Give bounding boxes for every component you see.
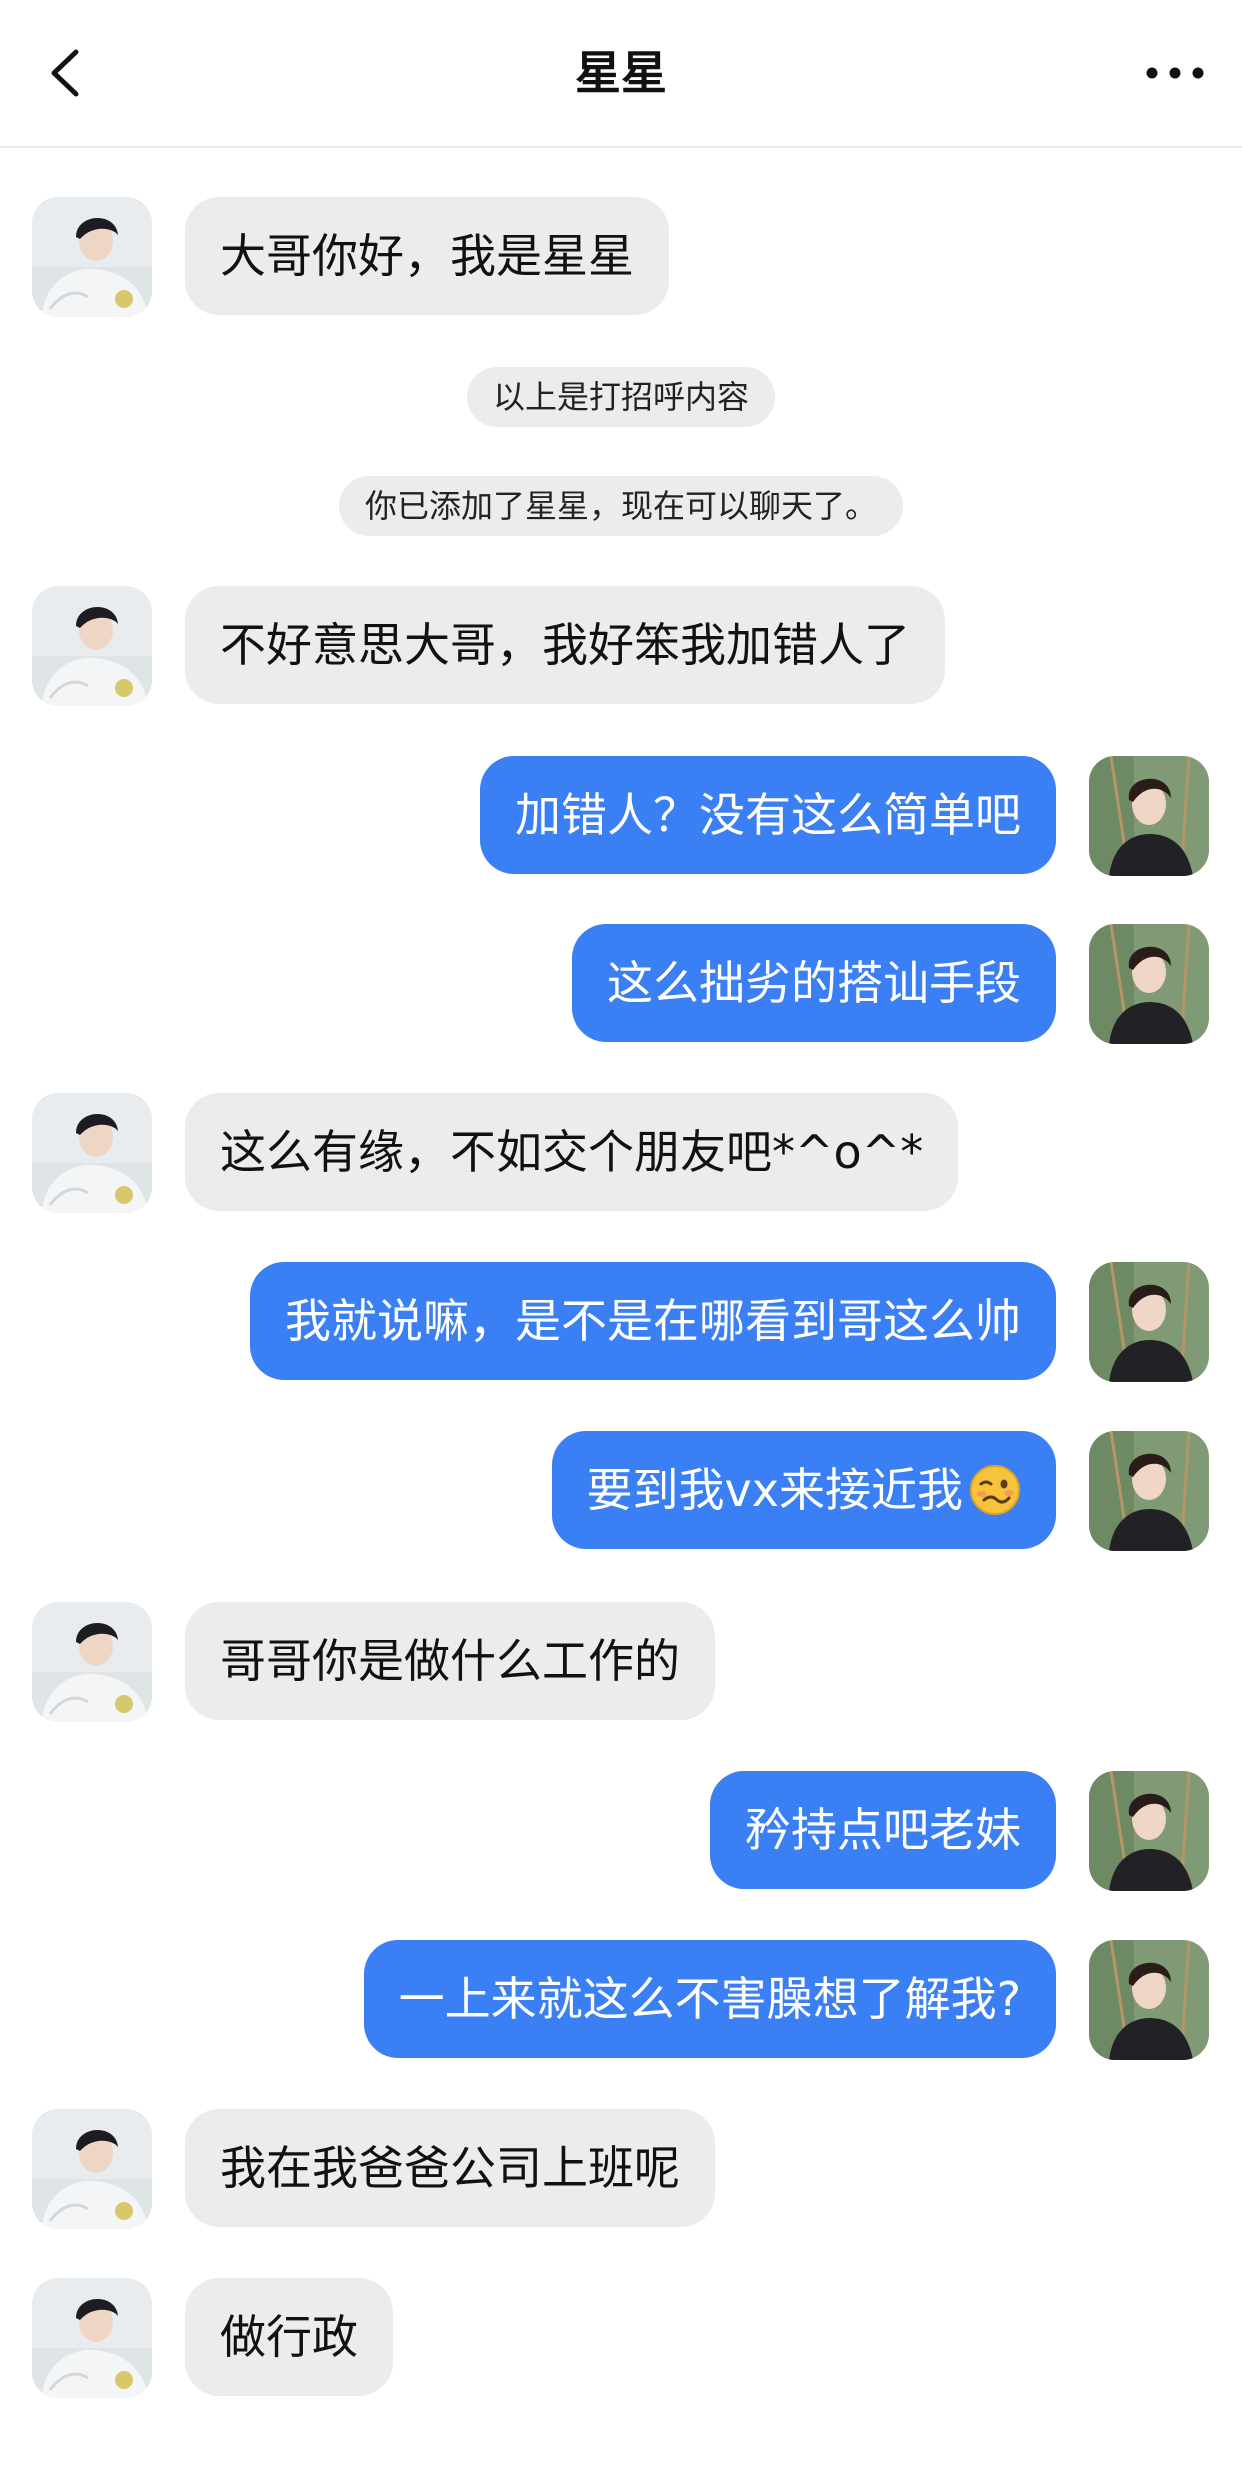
outgoing-message-bubble[interactable]: 矜持点吧老妹 bbox=[710, 1771, 1056, 1889]
message-row: 不好意思大哥，我好笨我加错人了 bbox=[0, 586, 1242, 706]
user-avatar[interactable] bbox=[1089, 924, 1209, 1044]
outgoing-message-bubble[interactable]: 一上来就这么不害臊想了解我? bbox=[363, 1940, 1056, 2058]
outgoing-message-bubble[interactable]: 要到我vx来接近我 bbox=[551, 1431, 1056, 1549]
contact-avatar[interactable] bbox=[32, 1602, 152, 1722]
incoming-message-bubble[interactable]: 做行政 bbox=[185, 2278, 393, 2396]
contact-avatar[interactable] bbox=[32, 2278, 152, 2398]
outgoing-message-bubble[interactable]: 这么拙劣的搭讪手段 bbox=[572, 924, 1056, 1042]
message-row: 哥哥你是做什么工作的 bbox=[0, 1602, 1242, 1722]
message-row: 我就说嘛，是不是在哪看到哥这么帅 bbox=[0, 1262, 1242, 1382]
user-avatar[interactable] bbox=[1089, 756, 1209, 876]
more-options-button[interactable] bbox=[1140, 55, 1210, 91]
system-notice: 你已添加了星星，现在可以聊天了。 bbox=[0, 476, 1242, 536]
message-row: 大哥你好，我是星星 bbox=[0, 197, 1242, 317]
contact-avatar[interactable] bbox=[32, 586, 152, 706]
user-avatar[interactable] bbox=[1089, 1940, 1209, 2060]
message-text: 要到我vx来接近我 bbox=[586, 1463, 963, 1517]
chat-header: 星星 bbox=[0, 0, 1242, 148]
incoming-message-bubble[interactable]: 哥哥你是做什么工作的 bbox=[185, 1602, 715, 1720]
message-row: 我在我爸爸公司上班呢 bbox=[0, 2109, 1242, 2229]
contact-avatar[interactable] bbox=[32, 2109, 152, 2229]
message-row: 加错人？没有这么简单吧 bbox=[0, 756, 1242, 876]
contact-avatar[interactable] bbox=[32, 1093, 152, 1213]
message-row: 一上来就这么不害臊想了解我? bbox=[0, 1940, 1242, 2060]
incoming-message-bubble[interactable]: 这么有缘，不如交个朋友吧*^o^* bbox=[185, 1093, 959, 1211]
message-row: 矜持点吧老妹 bbox=[0, 1771, 1242, 1891]
outgoing-message-bubble[interactable]: 加错人？没有这么简单吧 bbox=[480, 756, 1056, 874]
message-row: 做行政 bbox=[0, 2278, 1242, 2398]
system-notice: 以上是打招呼内容 bbox=[0, 367, 1242, 427]
system-notice-text: 你已添加了星星，现在可以聊天了。 bbox=[338, 476, 903, 536]
message-row: 这么有缘，不如交个朋友吧*^o^* bbox=[0, 1093, 1242, 1213]
message-row: 要到我vx来接近我 bbox=[0, 1431, 1242, 1551]
incoming-message-bubble[interactable]: 大哥你好，我是星星 bbox=[185, 197, 669, 315]
system-notice-text: 以上是打招呼内容 bbox=[466, 367, 775, 427]
contact-avatar[interactable] bbox=[32, 197, 152, 317]
woozy-face-emoji-icon bbox=[970, 1464, 1020, 1515]
user-avatar[interactable] bbox=[1089, 1262, 1209, 1382]
incoming-message-bubble[interactable]: 不好意思大哥，我好笨我加错人了 bbox=[185, 586, 945, 704]
outgoing-message-bubble[interactable]: 我就说嘛，是不是在哪看到哥这么帅 bbox=[250, 1262, 1056, 1380]
incoming-message-bubble[interactable]: 我在我爸爸公司上班呢 bbox=[185, 2109, 715, 2227]
user-avatar[interactable] bbox=[1089, 1431, 1209, 1551]
user-avatar[interactable] bbox=[1089, 1771, 1209, 1891]
more-horizontal-icon bbox=[1146, 67, 1204, 79]
chat-title: 星星 bbox=[575, 46, 667, 100]
message-row: 这么拙劣的搭讪手段 bbox=[0, 924, 1242, 1044]
